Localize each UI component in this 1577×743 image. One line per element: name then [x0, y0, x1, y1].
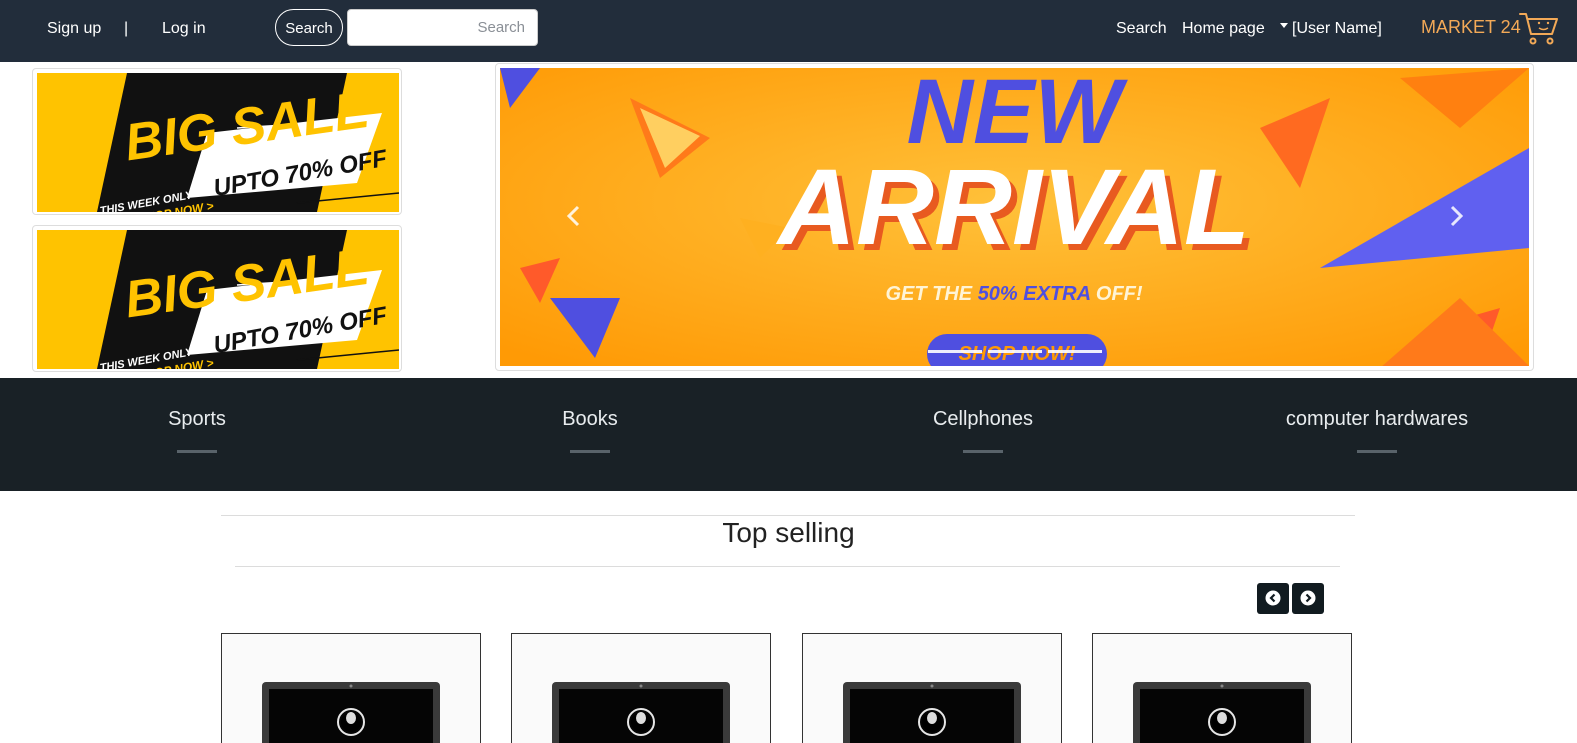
shopping-cart-icon[interactable] [1519, 10, 1559, 46]
category-label: computer hardwares [1285, 408, 1469, 430]
login-link[interactable]: Log in [162, 0, 206, 57]
search-button[interactable]: Search [275, 9, 343, 46]
category-cellphones[interactable]: Cellphones [853, 378, 1113, 491]
carousel-indicator[interactable] [988, 350, 1042, 353]
category-strip: Sports Books Cellphones computer hardwar… [0, 378, 1577, 491]
carousel-indicators [928, 350, 1102, 354]
category-label: Books [562, 408, 618, 430]
signup-link[interactable]: Sign up [47, 0, 101, 57]
new-arrival-slide-image: NEW ARRIVAL ARRIVAL GET THE 50% EXTRA OF… [500, 68, 1529, 366]
slide-cta: SHOP NOW! [958, 343, 1075, 365]
top-selling-next-button[interactable] [1292, 583, 1324, 614]
chevron-left-icon[interactable] [564, 204, 584, 228]
category-underline [1357, 450, 1397, 453]
hero-carousel[interactable]: NEW ARRIVAL ARRIVAL GET THE 50% EXTRA OF… [495, 63, 1534, 371]
brand-logo-text[interactable]: MARKET 24 [1421, 0, 1521, 54]
category-books[interactable]: Books [460, 378, 720, 491]
circle-chevron-left-icon [1265, 590, 1281, 606]
big-sale-banner-image: BIG SALE UPTO 70% OFF THIS WEEK ONLY SHO… [37, 73, 399, 212]
carousel-indicator[interactable] [1048, 350, 1102, 353]
category-label: Sports [168, 408, 226, 430]
caret-down-icon [1280, 23, 1288, 29]
side-banner-1[interactable]: BIG SALE UPTO 70% OFF THIS WEEK ONLY SHO… [32, 68, 402, 215]
circle-chevron-right-icon [1300, 590, 1316, 606]
category-underline [963, 450, 1003, 453]
category-underline [570, 450, 610, 453]
top-selling-prev-button[interactable] [1257, 583, 1289, 614]
user-menu-toggle[interactable]: [User Name] [1280, 0, 1382, 57]
category-computer-hardwares[interactable]: computer hardwares [1247, 378, 1507, 491]
slide-subtitle: GET THE 50% EXTRA OFF! [885, 283, 1142, 305]
chevron-right-icon[interactable] [1446, 204, 1466, 228]
slide-line2: ARRIVAL [775, 146, 1250, 267]
category-underline [177, 450, 217, 453]
side-banner-2[interactable]: BIG SALE UPTO 70% OFF THIS WEEK ONLY SHO… [32, 225, 402, 372]
section-title: Top selling [722, 517, 855, 548]
big-sale-banner-image: BIG SALE UPTO 70% OFF THIS WEEK ONLY SHO… [37, 230, 399, 369]
section-divider-bottom [235, 566, 1340, 567]
category-sports[interactable]: Sports [67, 378, 327, 491]
search-input[interactable] [347, 9, 538, 46]
nav-separator: | [124, 20, 129, 37]
nav-search-link[interactable]: Search [1116, 0, 1167, 57]
carousel-indicator[interactable] [928, 350, 982, 353]
category-label: Cellphones [932, 408, 1034, 430]
user-name-label: [User Name] [1292, 20, 1382, 37]
top-navbar: Sign up | Log in Search Search Home page… [0, 0, 1577, 62]
nav-home-link[interactable]: Home page [1182, 0, 1265, 57]
